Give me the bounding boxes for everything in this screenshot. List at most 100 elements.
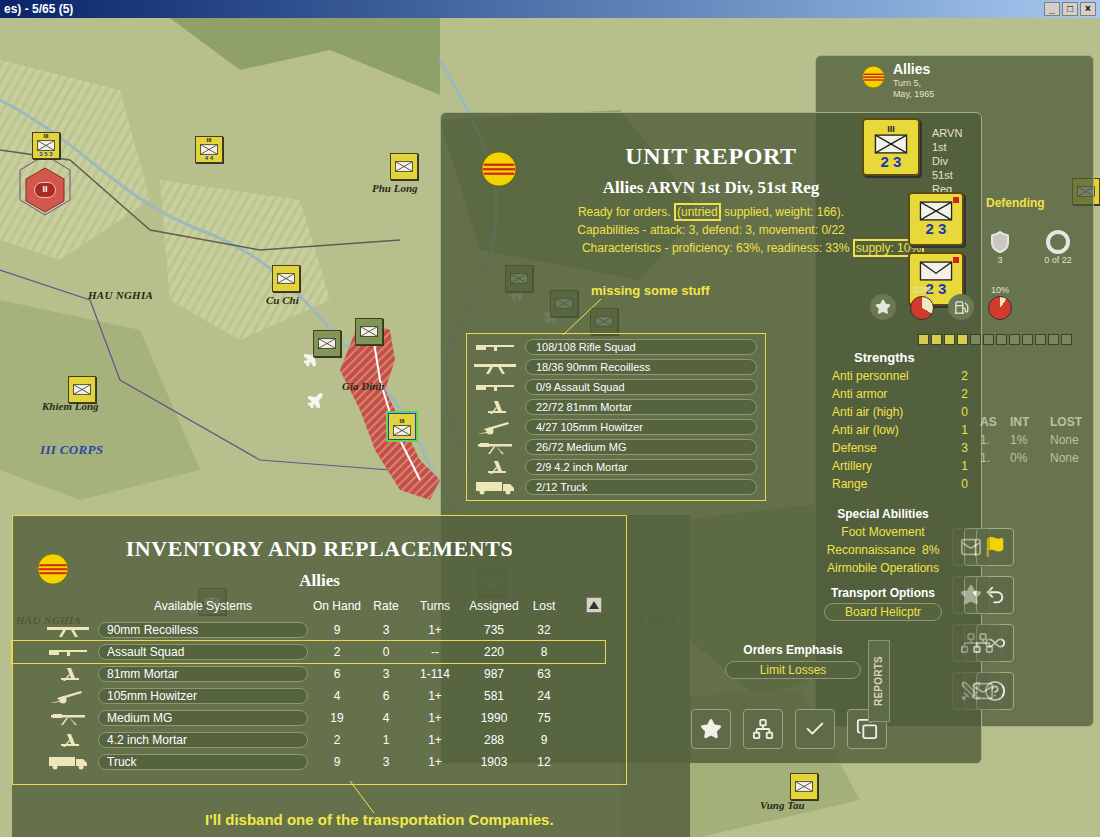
weapon-icon [472, 439, 520, 455]
plane-icon [306, 392, 324, 410]
weapon-icon [45, 666, 93, 682]
copy-icon [856, 718, 878, 740]
unit-symbol-icon [318, 338, 336, 349]
window-controls: _□× [1044, 2, 1100, 16]
characteristics-line: Characteristics - proficiency: 63%, read… [582, 239, 924, 257]
flag-icon [481, 151, 517, 187]
check-icon [804, 718, 826, 740]
equipment-row[interactable]: 26/72 Medium MG [467, 439, 765, 455]
mail-icon [972, 680, 994, 702]
equipment-row[interactable]: 4/27 105mm Howitzer [467, 419, 765, 435]
pointer-line-icon [551, 297, 611, 337]
inventory-row[interactable]: 81mm Mortar631-11498763 [12, 663, 627, 685]
unit-counter[interactable] [68, 376, 96, 403]
combat-table: ASINTLOST1.1%None1.0%None [980, 413, 1090, 467]
inventory-row[interactable]: 105mm Howitzer461+58124 [12, 685, 627, 707]
side-header: AlliesTurn 5, May, 1965 [862, 60, 941, 100]
window-control-button[interactable]: × [1080, 2, 1096, 16]
unit-report-title: UNIT REPORT [441, 141, 981, 171]
status-line: Ready for orders. (untried supplied, wei… [578, 203, 844, 221]
unit-counter[interactable] [355, 318, 383, 345]
toolbar-button[interactable] [691, 709, 731, 749]
unit-counter[interactable]: III4 4 [195, 136, 223, 163]
game-screen: IIPhu LongHAU NGHIACu ChiGia DinhKhiem L… [0, 0, 1100, 837]
unit-report-toolbar [691, 709, 981, 749]
equipment-row[interactable]: 2/12 Truck [467, 479, 765, 495]
command-button[interactable] [964, 672, 1002, 710]
capabilities-line: Capabilities - attack: 3, defend: 3, mov… [577, 221, 844, 239]
inventory-title: INVENTORY AND REPLACEMENTS [126, 535, 514, 563]
window-title: es) - 5/65 (5) [0, 1, 73, 17]
inventory-panel: INVENTORY AND REPLACEMENTS Allies Availabl… [12, 515, 690, 837]
weapon-icon [472, 379, 520, 395]
organization-icon [752, 718, 774, 740]
weapon-icon [472, 479, 520, 495]
command-button[interactable] [952, 576, 990, 614]
weapon-icon [45, 688, 93, 704]
toolbar-button[interactable] [847, 709, 887, 749]
orders-select[interactable]: Limit Losses [725, 661, 861, 679]
toolbar-button[interactable] [743, 709, 783, 749]
inventory-header: Available SystemsOn HandRateTurnsAssigne… [12, 597, 627, 615]
objective-marker[interactable]: II [34, 182, 56, 198]
equipment-row[interactable]: 18/36 90mm Recoilless [467, 359, 765, 375]
annotation: missing some stuff [591, 283, 981, 299]
transport-select[interactable]: Board Helicptr [824, 603, 942, 621]
star-icon [960, 584, 982, 606]
weapon-icon [45, 622, 93, 638]
inventory-row[interactable]: 4.2 inch Mortar211+2889 [12, 729, 627, 751]
toolbar-button[interactable] [795, 709, 835, 749]
unit-counter[interactable] [272, 265, 300, 292]
map-label: Gia Dinh [342, 378, 385, 395]
weapon-icon [45, 754, 93, 770]
map-label: III CORPS [40, 440, 103, 460]
unit-symbol-icon [200, 144, 218, 155]
inventory-row[interactable]: Truck931+190312 [12, 751, 627, 773]
unit-symbol-icon [277, 273, 295, 284]
window-control-button[interactable]: □ [1062, 2, 1078, 16]
command-button[interactable] [964, 624, 1002, 662]
unit-counter[interactable] [790, 773, 818, 800]
weapon-icon [472, 339, 520, 355]
star-icon [700, 718, 722, 740]
title-bar: es) - 5/65 (5) _□× [0, 0, 1100, 18]
flag-icon [862, 60, 885, 94]
meter: 10% [988, 284, 1012, 320]
arrow-up-icon [589, 601, 599, 609]
unit-symbol-icon [393, 425, 411, 436]
stat-row: 30 of 22 [976, 230, 1082, 266]
aircraft[interactable] [306, 392, 324, 410]
unit-counter[interactable] [390, 153, 418, 180]
unit-symbol-icon [360, 326, 378, 337]
unit-counter[interactable] [313, 330, 341, 357]
mail-icon [960, 536, 982, 558]
organization-icon [972, 632, 994, 654]
equipment-row[interactable]: 0/9 Assault Squad [467, 379, 765, 395]
map-label: Phu Long [372, 180, 418, 197]
weapon-icon [472, 359, 520, 375]
ring-icon [1046, 230, 1070, 254]
map-label: HAU NGHIA [88, 287, 153, 304]
equipment-row[interactable]: 2/9 4.2 inch Mortar [467, 459, 765, 475]
inventory-row[interactable]: Medium MG1941+199075 [12, 707, 627, 729]
scroll-up-button[interactable] [586, 597, 602, 613]
annotation: I'll disband one of the transportation C… [205, 811, 554, 829]
unit-counter[interactable]: III [388, 413, 416, 440]
inventory-side: Allies [299, 571, 340, 591]
shield-icon [988, 230, 1012, 254]
weapon-icon [472, 459, 520, 475]
unit-counter[interactable]: III3 5 3 [32, 132, 60, 159]
unit-report-subtitle: Allies ARVN 1st Div, 51st Reg [441, 177, 981, 199]
equipment-row[interactable]: 108/108 Rifle Squad [467, 339, 765, 355]
equipment-row[interactable]: 22/72 81mm Mortar [467, 399, 765, 415]
weapon-icon [472, 419, 520, 435]
unit-symbol-icon [73, 384, 91, 395]
map-label: Cu Chi [266, 292, 299, 309]
command-button[interactable] [952, 528, 990, 566]
window-control-button[interactable]: _ [1044, 2, 1060, 16]
weapon-icon [472, 399, 520, 415]
inventory-row[interactable]: Assault Squad20--2208 [12, 641, 605, 663]
weapon-icon [45, 732, 93, 748]
weapon-icon [45, 644, 93, 660]
inventory-row[interactable]: 90mm Recoilless931+73532 [12, 619, 627, 641]
